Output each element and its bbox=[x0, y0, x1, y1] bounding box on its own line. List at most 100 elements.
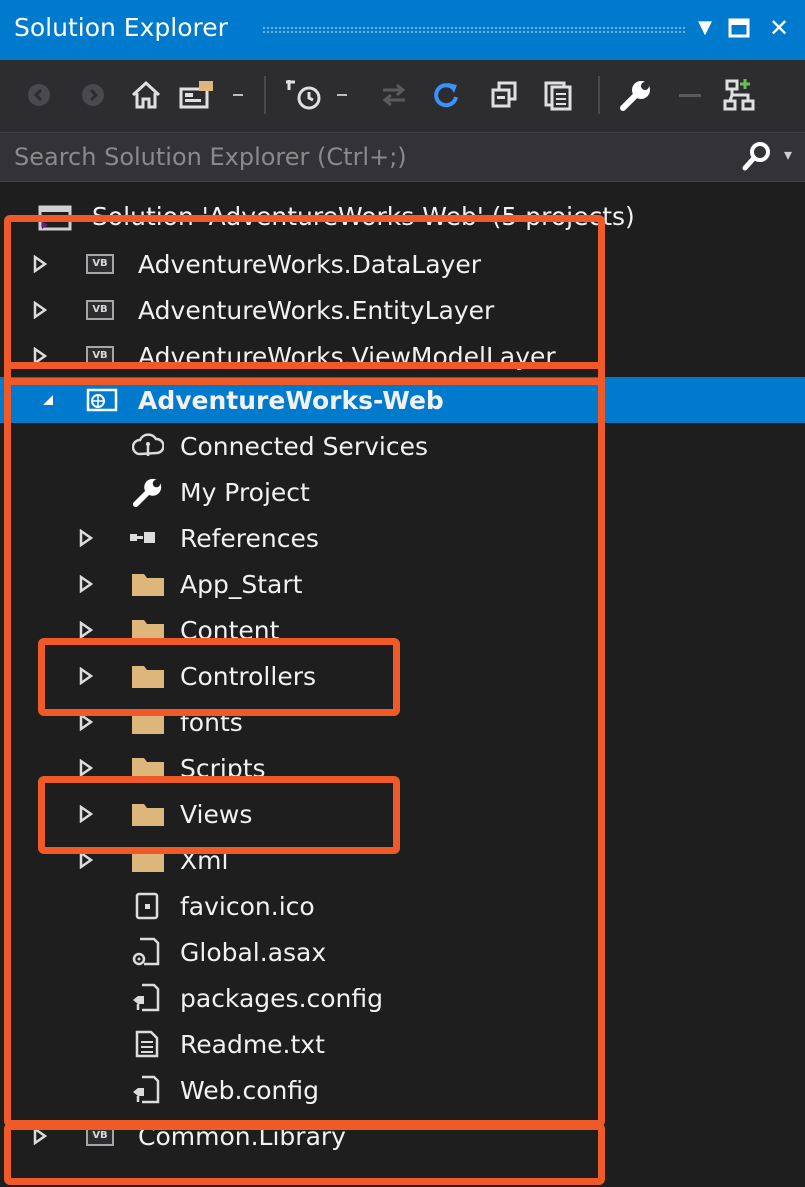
tree-item-connected-services[interactable]: Connected Services bbox=[0, 423, 805, 469]
expand-arrow-icon[interactable] bbox=[30, 241, 50, 287]
tree-item-label: Global.asax bbox=[180, 937, 327, 967]
close-button[interactable]: ✕ bbox=[762, 8, 796, 48]
switch-views-button[interactable] bbox=[174, 74, 220, 116]
global-asax-icon bbox=[130, 929, 162, 975]
dropdown-icon bbox=[233, 94, 243, 96]
folder-icon bbox=[130, 653, 166, 699]
tree-item-entitylayer[interactable]: VB AdventureWorks.EntityLayer bbox=[0, 287, 805, 333]
tree-item-label: Controllers bbox=[180, 661, 316, 691]
tree-item-packages-config[interactable]: packages.config bbox=[0, 975, 805, 1021]
expand-arrow-icon[interactable] bbox=[76, 791, 96, 837]
folder-icon bbox=[130, 699, 166, 745]
folder-icon bbox=[130, 561, 166, 607]
filter-dropdown[interactable] bbox=[330, 74, 354, 116]
collapse-all-icon bbox=[491, 81, 517, 108]
forward-button[interactable] bbox=[76, 74, 110, 116]
search-box: ▾ bbox=[0, 132, 805, 182]
sync-with-document-button[interactable] bbox=[374, 74, 414, 116]
tree-item-my-project[interactable]: My Project bbox=[0, 469, 805, 515]
vb-project-icon: VB bbox=[86, 1113, 114, 1159]
folder-icon bbox=[130, 745, 166, 791]
web-project-icon bbox=[86, 377, 118, 423]
expand-arrow-icon[interactable] bbox=[30, 287, 50, 333]
tree-item-label: App_Start bbox=[180, 569, 303, 599]
expand-arrow-icon[interactable] bbox=[30, 1113, 50, 1159]
tree-item-datalayer[interactable]: VB AdventureWorks.DataLayer bbox=[0, 241, 805, 287]
search-input[interactable] bbox=[14, 139, 714, 175]
tree-item-references[interactable]: References bbox=[0, 515, 805, 561]
tree-item-label: packages.config bbox=[180, 983, 384, 1013]
properties-icon bbox=[620, 81, 650, 111]
tree-item-favicon[interactable]: favicon.ico bbox=[0, 883, 805, 929]
dropdown-icon bbox=[337, 94, 347, 96]
connected-services-icon bbox=[132, 423, 164, 469]
show-all-files-button[interactable] bbox=[538, 74, 578, 116]
tree-item-label: Common.Library bbox=[138, 1121, 346, 1151]
config-file-icon bbox=[130, 975, 162, 1021]
tree-item-controllers[interactable]: Controllers bbox=[0, 653, 805, 699]
expand-arrow-icon[interactable] bbox=[76, 653, 96, 699]
expand-arrow-icon[interactable] bbox=[76, 561, 96, 607]
window-menu-button[interactable]: ▼ bbox=[688, 8, 722, 48]
maximize-button[interactable] bbox=[722, 8, 756, 48]
refresh-button[interactable] bbox=[426, 74, 466, 116]
back-button[interactable] bbox=[22, 74, 56, 116]
switch-views-dropdown[interactable] bbox=[226, 74, 250, 116]
pending-changes-filter-button[interactable] bbox=[282, 74, 328, 116]
toolbar bbox=[0, 60, 805, 132]
tree-item-viewmodellayer[interactable]: VB AdventureWorks.ViewModelLayer bbox=[0, 333, 805, 379]
properties-button[interactable] bbox=[614, 74, 658, 116]
references-icon bbox=[128, 515, 164, 561]
tree-item-label: Readme.txt bbox=[180, 1029, 325, 1059]
tree-item-fonts[interactable]: fonts bbox=[0, 699, 805, 745]
folder-icon bbox=[130, 837, 166, 883]
tree-item-scripts[interactable]: Scripts bbox=[0, 745, 805, 791]
drag-grip[interactable] bbox=[262, 26, 685, 34]
search-options-dropdown[interactable]: ▾ bbox=[784, 145, 792, 164]
tree-item-label: Connected Services bbox=[180, 431, 428, 461]
tree-item-web-project[interactable]: AdventureWorks-Web bbox=[0, 377, 805, 423]
tree-item-label: AdventureWorks-Web bbox=[138, 385, 444, 415]
tree-item-web-config[interactable]: Web.config bbox=[0, 1067, 805, 1113]
tree-item-views[interactable]: Views bbox=[0, 791, 805, 837]
folder-icon bbox=[130, 791, 166, 837]
show-all-files-icon bbox=[544, 81, 572, 111]
tree-item-app-start[interactable]: App_Start bbox=[0, 561, 805, 607]
class-diagram-button[interactable] bbox=[716, 74, 762, 116]
tree-item-label: Scripts bbox=[180, 753, 266, 783]
expand-arrow-icon[interactable] bbox=[76, 699, 96, 745]
expand-arrow-icon[interactable] bbox=[76, 515, 96, 561]
collapse-arrow-icon[interactable] bbox=[38, 377, 58, 423]
tree-item-label: Solution 'AdventureWorks-Web' (5 project… bbox=[92, 201, 635, 231]
tree-item-label: References bbox=[180, 523, 319, 553]
tree-item-global-asax[interactable]: Global.asax bbox=[0, 929, 805, 975]
text-file-icon bbox=[134, 1021, 160, 1067]
vb-project-icon: VB bbox=[86, 241, 114, 287]
home-icon bbox=[131, 80, 161, 109]
tree-item-xml[interactable]: Xml bbox=[0, 837, 805, 883]
home-button[interactable] bbox=[126, 74, 166, 116]
tree-item-common-library[interactable]: VB Common.Library bbox=[0, 1113, 805, 1159]
collapse-all-button[interactable] bbox=[484, 74, 524, 116]
tree-item-label: Content bbox=[180, 615, 280, 645]
solution-explorer-panel: Solution Explorer ▼ ✕ Search Solution Ex… bbox=[0, 0, 805, 1187]
tree-item-solution[interactable]: Solution 'AdventureWorks-Web' (5 project… bbox=[0, 193, 805, 239]
sync-with-document-icon bbox=[382, 83, 406, 107]
expand-arrow-icon[interactable] bbox=[76, 745, 96, 791]
wrench-icon bbox=[132, 469, 164, 515]
tree-item-readme[interactable]: Readme.txt bbox=[0, 1021, 805, 1067]
expand-arrow-icon[interactable] bbox=[76, 607, 96, 653]
switch-views-icon bbox=[179, 81, 213, 109]
vb-project-icon: VB bbox=[86, 333, 114, 379]
expand-arrow-icon[interactable] bbox=[30, 333, 50, 379]
tree-item-label: favicon.ico bbox=[180, 891, 315, 921]
toolbar-separator bbox=[264, 76, 266, 114]
toolbar-separator bbox=[598, 76, 600, 114]
solution-icon bbox=[38, 193, 72, 239]
maximize-icon bbox=[728, 18, 750, 38]
tree-item-label: AdventureWorks.DataLayer bbox=[138, 249, 481, 279]
search-icon[interactable] bbox=[742, 141, 772, 171]
expand-arrow-icon[interactable] bbox=[76, 837, 96, 883]
tree-item-content[interactable]: Content bbox=[0, 607, 805, 653]
preview-button[interactable] bbox=[670, 74, 710, 116]
